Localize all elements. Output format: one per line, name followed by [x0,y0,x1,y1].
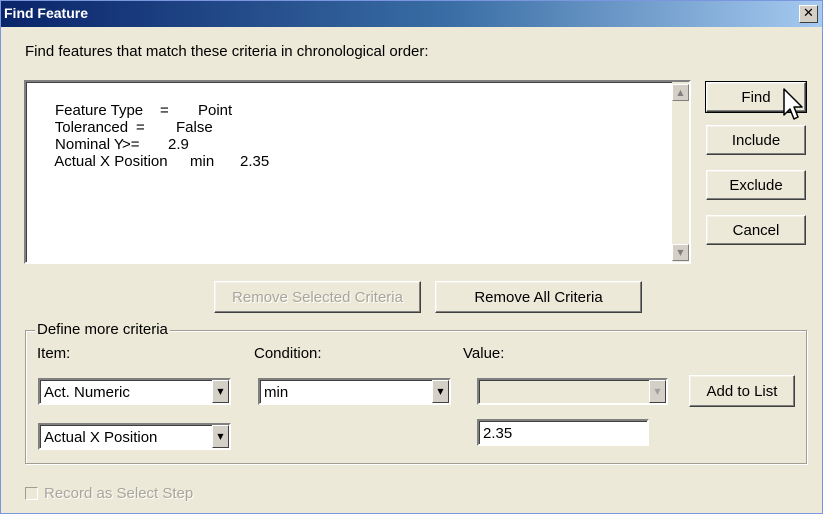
criteria-operator: = [136,119,145,136]
criteria-list[interactable]: Feature Type = Point Toleranced = False Nomi… [24,80,691,264]
criteria-operator: min [190,153,215,170]
chevron-down-icon[interactable]: ▼ [212,380,229,403]
condition-value: min [264,384,289,401]
value-label: Value: [463,345,505,362]
find-feature-dialog: Find Feature ✕ Find features that match … [0,0,823,514]
criteria-operator: = [160,102,169,119]
criteria-item[interactable]: Actual X Position min 2.35 [30,136,269,187]
arrow-up-icon: ▲ [677,88,684,97]
title-bar[interactable]: Find Feature ✕ [1,1,822,27]
value-input-text: 2.35 [483,425,513,442]
item-name-dropdown[interactable]: Actual X Position ▼ [38,423,231,450]
criteria-value: False [176,119,213,136]
scroll-up-button[interactable]: ▲ [672,84,689,101]
record-as-select-step-checkbox[interactable]: Record as Select Step [25,485,193,502]
remove-selected-criteria-button[interactable]: Remove Selected Criteria [214,281,421,313]
criteria-value: 2.35 [240,153,270,170]
instruction-text: Find features that match these criteria … [25,43,429,60]
scroll-down-button[interactable]: ▼ [672,244,689,261]
arrow-down-icon: ▼ [677,248,684,257]
chevron-down-icon[interactable]: ▼ [649,380,666,403]
checkbox-box[interactable] [25,487,38,500]
criteria-value: Point [198,102,233,119]
chevron-down-icon[interactable]: ▼ [212,425,229,448]
close-icon: ✕ [803,6,814,21]
criteria-value: 2.9 [168,136,189,153]
add-to-list-button[interactable]: Add to List [689,375,795,407]
window-title: Find Feature [4,5,89,21]
condition-label: Condition: [254,345,322,362]
exclude-button[interactable]: Exclude [706,170,806,200]
remove-all-criteria-button[interactable]: Remove All Criteria [435,281,642,313]
item-type-value: Act. Numeric [44,384,130,401]
item-type-dropdown[interactable]: Act. Numeric ▼ [38,378,231,405]
cancel-button[interactable]: Cancel [706,215,806,245]
value-input[interactable]: 2.35 [477,419,649,446]
close-button[interactable]: ✕ [799,5,818,23]
criteria-field: Actual X Position [54,153,168,170]
item-label: Item: [37,345,71,362]
item-name-value: Actual X Position [44,429,158,446]
criteria-scrollbar[interactable]: ▲ ▼ [672,82,689,262]
condition-dropdown[interactable]: min ▼ [258,378,451,405]
value-dropdown[interactable]: ▼ [477,378,668,405]
define-criteria-legend: Define more criteria [35,321,170,338]
include-button[interactable]: Include [706,125,806,155]
chevron-down-icon[interactable]: ▼ [432,380,449,403]
record-as-select-step-label: Record as Select Step [44,485,194,502]
mouse-pointer-icon [783,88,803,120]
